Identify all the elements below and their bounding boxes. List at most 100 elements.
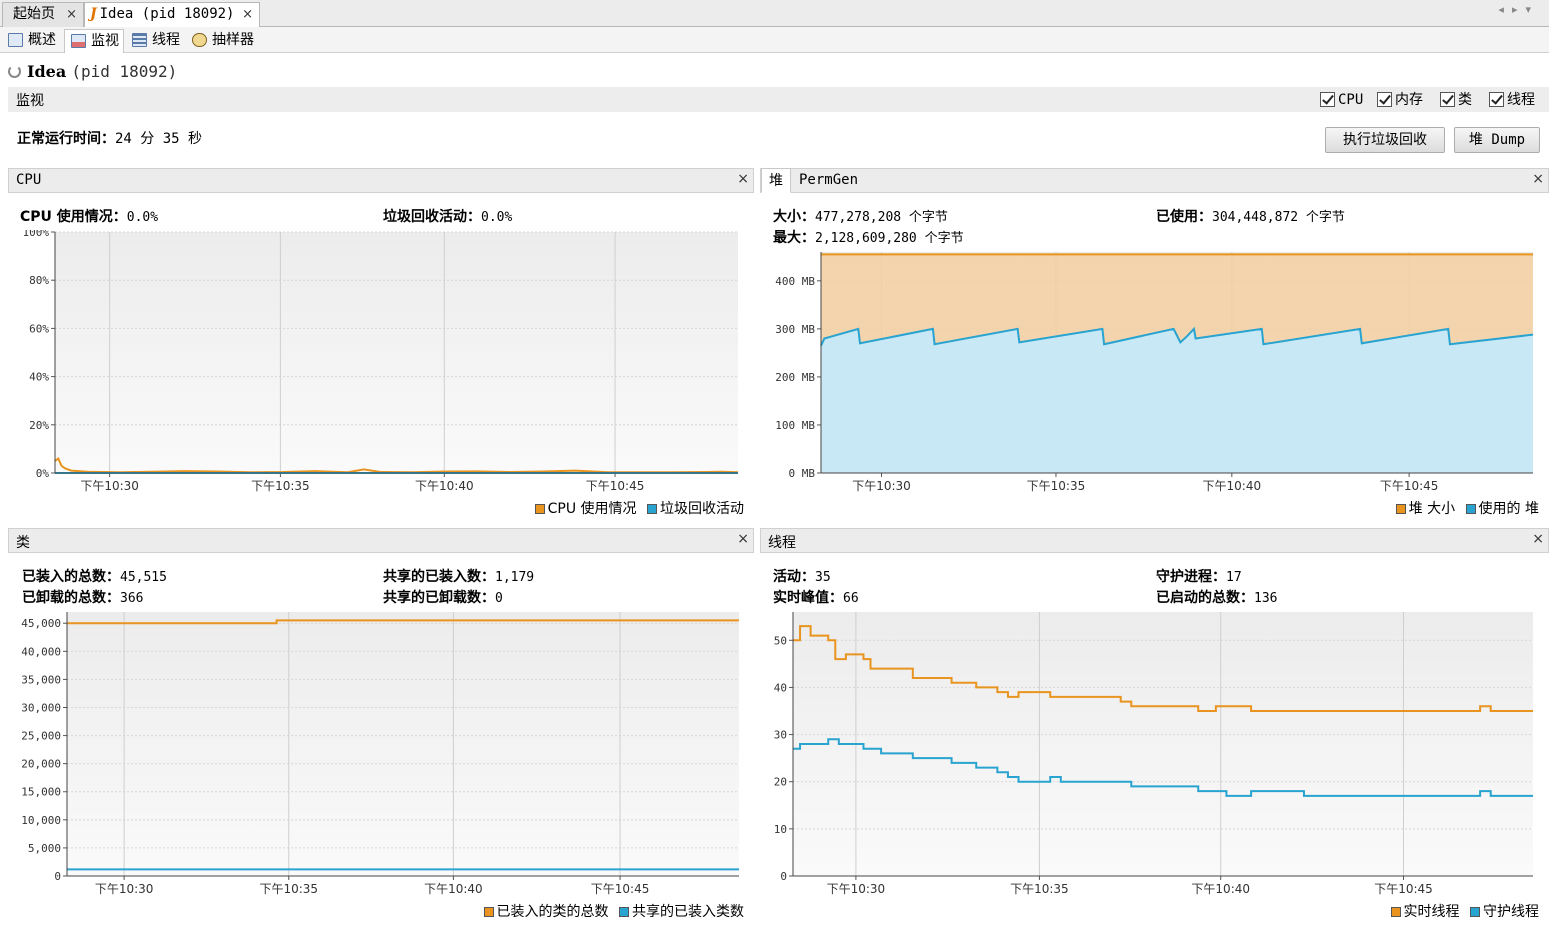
tab-start-page[interactable]: 起始页 × [2, 2, 84, 27]
stat-label: 大小： [773, 209, 815, 225]
tab-label: 概述 [28, 32, 56, 48]
plot-area [55, 232, 738, 473]
x-tick-label: 下午10:35 [1027, 479, 1086, 493]
tab-label: Idea (pid 18092) [99, 6, 235, 22]
checkbox-label: CPU [1338, 92, 1364, 108]
heap-max-stat: 最大：2,128,609,280 个字节 [773, 227, 964, 247]
stat-value: 45,515 [120, 570, 167, 585]
tab-permgen[interactable]: PermGen [792, 168, 865, 193]
tab-scroll-arrows-icon[interactable]: ◂▸▾ [1498, 3, 1539, 16]
legend-label: 使用的 堆 [1478, 501, 1539, 517]
y-tick-label: 0 [54, 870, 61, 883]
perform-gc-button[interactable]: 执行垃圾回收 [1325, 127, 1445, 153]
y-tick-label: 0 MB [789, 467, 816, 480]
cpu-usage-stat: CPU 使用情况：0.0% [20, 206, 158, 226]
checkbox-cpu[interactable]: CPU [1320, 92, 1363, 108]
monitor-chart-icon [71, 34, 86, 48]
checkbox-checked-icon[interactable] [1489, 92, 1504, 107]
peak-threads-stat: 实时峰值：66 [773, 587, 859, 607]
legend-label: CPU 使用情况 [547, 501, 637, 517]
tab-label: 抽样器 [212, 32, 254, 48]
gc-activity-stat: 垃圾回收活动：0.0% [383, 206, 512, 226]
checkbox-checked-icon[interactable] [1377, 92, 1392, 107]
stat-value: 2,128,609,280 个字节 [815, 231, 964, 246]
tab-label: 线程 [152, 32, 180, 48]
legend-label: 实时线程 [1403, 904, 1460, 920]
x-tick-label: 下午10:45 [1374, 882, 1433, 896]
threads-chart: 50 40 30 20 10 0 下午10:30 下午10:35 下午10:40 下午10:45 [774, 612, 1533, 896]
x-tick-label: 下午10:35 [251, 479, 310, 493]
tab-threads[interactable]: 线程 [126, 29, 184, 53]
legend-swatch [1465, 504, 1476, 514]
close-icon[interactable]: × [737, 171, 749, 187]
stat-label: 实时峰值： [773, 590, 843, 606]
panel-title: CPU [16, 172, 42, 188]
panel-header: 类 × [8, 528, 754, 553]
panel-header: CPU × [8, 168, 754, 193]
x-tick-label: 下午10:30 [80, 479, 139, 493]
legend-label: 守护线程 [1483, 904, 1539, 920]
x-tick-label: 下午10:45 [586, 479, 645, 493]
y-tick-label: 25,000 [21, 730, 61, 743]
x-tick-label: 下午10:40 [415, 479, 474, 493]
y-tick-label: 40,000 [21, 645, 61, 658]
checkbox-classes[interactable]: 类 [1440, 92, 1472, 108]
legend-swatch [534, 504, 545, 514]
classes-legend: 已装入的类的总数 共享的已装入类数 [478, 901, 744, 921]
loading-spinner-icon [8, 65, 21, 78]
stat-value: 66 [843, 591, 859, 606]
tab-sampler[interactable]: 抽样器 [186, 29, 258, 53]
stat-label: 已卸载的总数： [22, 590, 120, 606]
y-tick-label: 80% [29, 274, 49, 287]
shared-unloaded-stat: 共享的已卸载数：0 [383, 587, 503, 607]
y-tick-label: 50 [774, 634, 787, 647]
tab-idea-process[interactable]: J Idea (pid 18092) × [84, 2, 260, 28]
x-tick-label: 下午10:40 [424, 882, 483, 896]
close-icon[interactable]: × [737, 531, 749, 547]
uptime-label: 正常运行时间： [17, 131, 115, 147]
heap-dump-button[interactable]: 堆 Dump [1454, 127, 1540, 153]
y-tick-label: 100 MB [775, 419, 815, 432]
app-pid: (pid 18092) [71, 62, 178, 81]
close-icon[interactable]: × [242, 3, 253, 26]
stat-label: 活动： [773, 569, 815, 585]
stat-value: 0 [495, 591, 503, 606]
tab-label: 监视 [91, 33, 119, 49]
y-tick-label: 30 [774, 729, 787, 742]
y-tick-label: 40% [29, 371, 49, 384]
cpu-legend: CPU 使用情况 垃圾回收活动 [529, 498, 744, 518]
x-tick-label: 下午10:30 [827, 882, 886, 896]
cpu-chart: 100% 80% 60% 40% 20% 0% 下午10:30 下午10:35 下午10:40 下… [23, 230, 739, 493]
x-tick-label: 下午10:40 [1191, 882, 1250, 896]
close-icon[interactable]: × [1532, 531, 1544, 547]
tab-label: 起始页 [13, 6, 55, 22]
x-tick-label: 下午10:45 [1380, 479, 1439, 493]
live-threads-stat: 活动：35 [773, 566, 831, 586]
stat-label: 共享的已装入数： [383, 569, 495, 585]
checkbox-label: 内存 [1395, 92, 1423, 108]
close-icon[interactable]: × [1532, 171, 1544, 187]
checkbox-threads[interactable]: 线程 [1489, 92, 1535, 108]
legend-swatch [647, 504, 657, 514]
panel-header: 线程 × [760, 528, 1549, 553]
checkbox-checked-icon[interactable] [1320, 92, 1335, 107]
legend-swatch [619, 907, 629, 917]
tab-monitor[interactable]: 监视 [64, 29, 124, 53]
y-tick-label: 5,000 [28, 842, 61, 855]
stat-label: 共享的已卸载数： [383, 590, 495, 606]
tab-overview[interactable]: 概述 [2, 29, 60, 53]
stat-value: 304,448,872 个字节 [1212, 210, 1345, 225]
checkbox-memory[interactable]: 内存 [1377, 92, 1423, 108]
close-icon[interactable]: × [66, 3, 77, 26]
tab-heap[interactable]: 堆 [761, 168, 791, 193]
threads-legend: 实时线程 守护线程 [1385, 901, 1539, 921]
checkbox-checked-icon[interactable] [1440, 92, 1455, 107]
document-tab-bar: 起始页 × J Idea (pid 18092) × ◂▸▾ [0, 0, 1549, 28]
panel-title: 类 [16, 535, 30, 551]
panel-title: 线程 [768, 535, 796, 551]
stat-value: 1,179 [495, 570, 535, 585]
series-area [821, 328, 1533, 473]
y-tick-label: 10,000 [21, 814, 61, 827]
y-tick-label: 35,000 [21, 673, 61, 686]
uptime: 正常运行时间：24 分 35 秒 [17, 128, 202, 148]
